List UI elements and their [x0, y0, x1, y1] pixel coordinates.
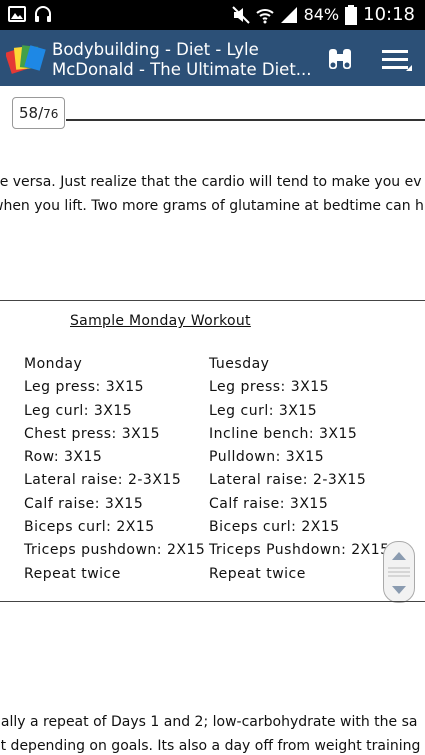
exercise-item: Leg press: 3X15 — [209, 379, 330, 396]
tuesday-column: Tuesday Leg press: 3X15 Leg curl: 3X15 I… — [209, 356, 390, 589]
workout-box-bottom-rule — [0, 601, 425, 602]
repeat-note: Repeat twice — [209, 565, 306, 582]
exercise-item: Leg curl: 3X15 — [209, 402, 318, 419]
workout-box-top-rule — [0, 300, 425, 301]
exercise-item: Biceps curl: 2X15 — [209, 519, 340, 536]
exercise-item: Triceps pushdown: 2X15 — [24, 542, 206, 559]
book-title-line2: McDonald - The Ultimate Diet... — [52, 60, 312, 79]
book-title-line1: Bodybuilding - Diet - Lyle — [52, 40, 259, 59]
exercise-item: Leg press: 3X15 — [24, 379, 145, 396]
page-current: 58/ — [19, 104, 44, 122]
scroll-down-icon[interactable] — [384, 580, 414, 600]
exercise-item: Chest press: 3X15 — [24, 425, 161, 442]
monday-column: Monday Leg press: 3X15 Leg curl: 3X15 Ch… — [24, 356, 205, 589]
scroll-up-icon[interactable] — [384, 546, 414, 566]
battery-percent: 84% — [303, 5, 340, 24]
book-title: Bodybuilding - Diet - Lyle McDonald - Th… — [52, 40, 312, 80]
exercise-item: Row: 3X15 — [24, 449, 103, 466]
page-header-rule — [66, 119, 425, 121]
page-total: 76 — [43, 107, 59, 121]
exercise-item: Calf raise: 3X15 — [209, 495, 329, 512]
monday-heading: Monday — [24, 356, 83, 372]
paragraph-line: nally a repeat of Days 1 and 2; low-carb… — [0, 714, 418, 730]
exercise-item: Incline bench: 3X15 — [209, 425, 358, 442]
paragraph-line: et depending on goals. Its also a day of… — [0, 738, 425, 754]
gallery-icon — [8, 6, 26, 22]
paragraph-line: ce versa. Just realize that the cardio w… — [0, 174, 422, 190]
app-logo-icon — [6, 45, 46, 74]
paragraph-line: when you lift. Two more grams of glutami… — [0, 198, 424, 214]
exercise-item: Calf raise: 3X15 — [24, 495, 144, 512]
scroller-grip-icon — [388, 567, 410, 577]
page-scroller[interactable] — [383, 541, 415, 603]
workout-title: Sample Monday Workout — [70, 313, 251, 329]
signal-icon — [280, 6, 297, 23]
headphones-icon — [35, 6, 51, 22]
status-bar: 84% 10:18 — [0, 0, 425, 30]
exercise-item: Leg curl: 3X15 — [24, 402, 133, 419]
battery-icon — [345, 4, 358, 25]
clock: 10:18 — [363, 4, 415, 25]
page-indicator[interactable]: 58/76 — [12, 97, 66, 129]
tuesday-heading: Tuesday — [209, 356, 270, 372]
repeat-note: Repeat twice — [24, 565, 121, 582]
binoculars-icon[interactable] — [326, 45, 354, 73]
exercise-item: Pulldown: 3X15 — [209, 449, 325, 466]
wifi-icon — [255, 8, 274, 23]
exercise-item: Triceps Pushdown: 2X15 — [209, 542, 390, 559]
mute-icon — [231, 5, 250, 24]
exercise-item: Lateral raise: 2-3X15 — [24, 472, 182, 489]
exercise-item: Lateral raise: 2-3X15 — [209, 472, 367, 489]
exercise-item: Biceps curl: 2X15 — [24, 519, 155, 536]
menu-icon[interactable] — [382, 48, 412, 72]
app-bar: Bodybuilding - Diet - Lyle McDonald - Th… — [0, 30, 425, 86]
